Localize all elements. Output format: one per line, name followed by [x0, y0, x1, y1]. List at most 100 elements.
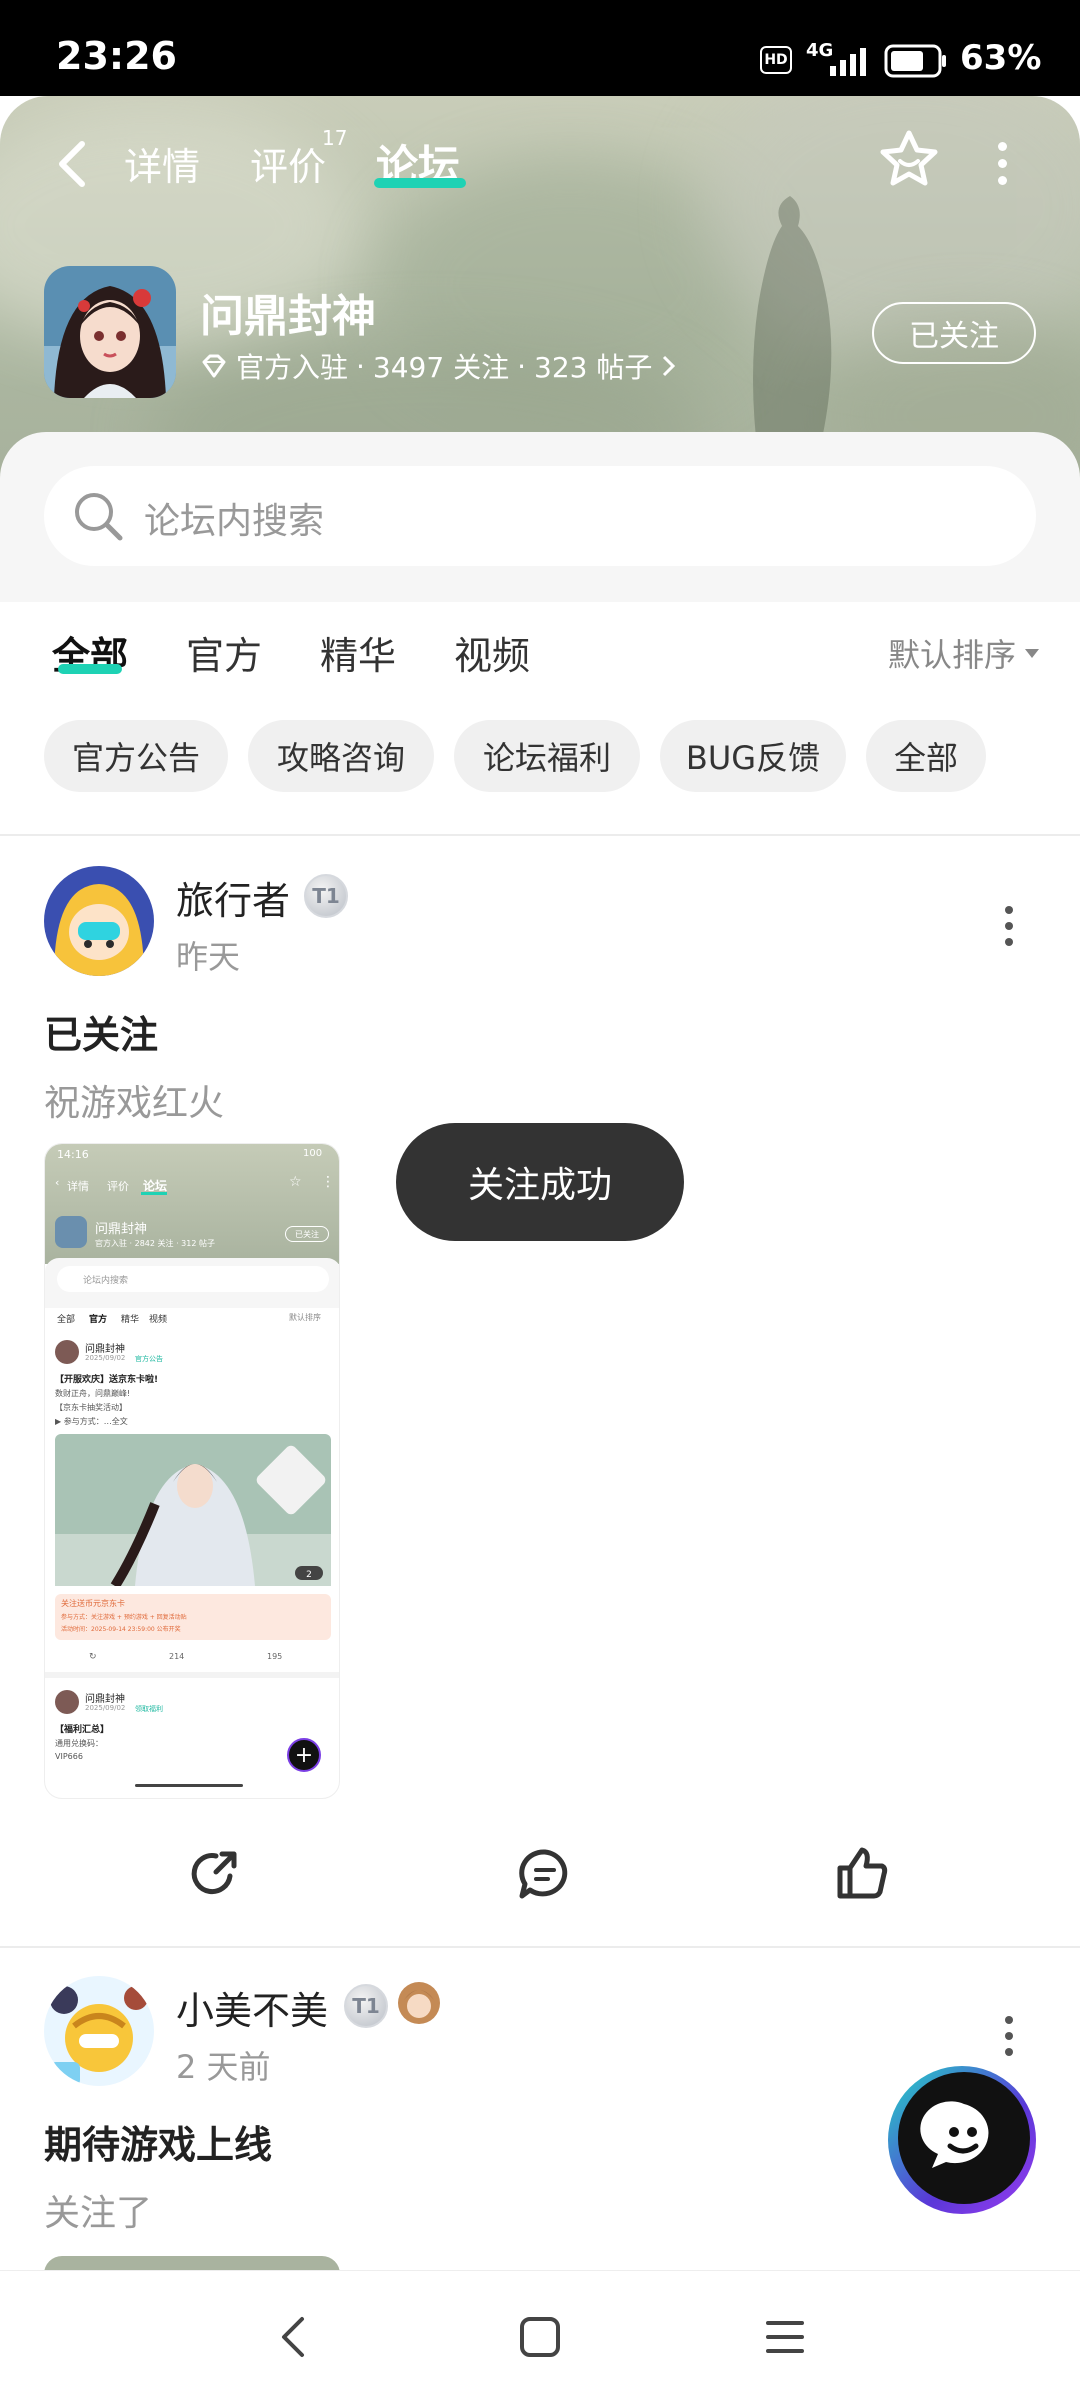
figure-silhouette [753, 196, 832, 456]
thumb-back-icon: ‹ [55, 1176, 60, 1189]
thumb-divider [45, 1672, 339, 1678]
filter-tab-official[interactable]: 官方 [186, 625, 262, 680]
search-icon [75, 493, 123, 541]
thumb-banner-line: 活动时间：2025-09-14 23:59:00 公布开奖 [61, 1626, 181, 1633]
thumb-post-line: 【福利汇总】 [55, 1725, 110, 1735]
thumb-home-bar [135, 1784, 243, 1787]
post-body[interactable]: 关注了 [44, 2184, 152, 2236]
thumb-fab-plus-icon: + [287, 1738, 321, 1772]
search-input[interactable]: 论坛内搜索 [44, 466, 1036, 566]
back-icon[interactable] [54, 138, 90, 190]
thumb-game-meta: 官方入驻 · 2842 关注 · 312 帖子 [95, 1239, 215, 1248]
chip-welfare[interactable]: 论坛福利 [454, 720, 640, 792]
post-title[interactable]: 期待游戏上线 [44, 2114, 272, 2169]
post-more-icon[interactable] [1004, 906, 1014, 946]
caret-down-icon [1025, 649, 1040, 658]
divider [0, 1946, 1080, 1948]
thumb-post-date: 2025/09/02 [85, 1354, 126, 1362]
chip-all[interactable]: 全部 [866, 720, 986, 792]
thumb-ftab: 精华 [121, 1315, 140, 1325]
thumb-img-count: 2 [306, 1570, 312, 1580]
thumb-tab-indicator [141, 1192, 167, 1195]
thumb-likes: 195 [267, 1652, 283, 1661]
thumb-ftab: 官方 [89, 1315, 108, 1325]
post-title[interactable]: 已关注 [44, 1004, 158, 1059]
thumb-ftab: 全部 [57, 1315, 76, 1325]
comment-icon[interactable] [516, 1846, 574, 1902]
thumb-post-line: ▶ 参与方式：…全文 [55, 1417, 128, 1426]
hd-icon: HD [760, 46, 792, 74]
post-time: 2 天前 [176, 2048, 271, 2086]
chevron-right-icon [663, 355, 676, 377]
level-badge: T1 [304, 874, 348, 918]
thumb-tab: 评价 [107, 1180, 129, 1193]
divider [0, 834, 1080, 836]
thumb-game-name: 问鼎封神 [95, 1222, 148, 1237]
thumb-sort: 默认排序 [289, 1313, 321, 1322]
chip-announcements[interactable]: 官方公告 [44, 720, 228, 792]
like-icon[interactable] [834, 1844, 890, 1902]
more-menu-icon[interactable] [998, 142, 1008, 185]
reviews-count: 17 [322, 126, 348, 150]
thumb-post-date: 2025/09/02 [85, 1704, 126, 1712]
tab-reviews[interactable]: 评价 [250, 136, 326, 191]
chip-guides[interactable]: 攻略咨询 [248, 720, 434, 792]
tab-details[interactable]: 详情 [124, 136, 200, 191]
official-label: 官方入驻 [236, 351, 349, 384]
thumb-share-icon: ↻ [89, 1652, 97, 1662]
thumb-more-icon: ⋮ [321, 1174, 335, 1190]
new-post-fab[interactable] [884, 2062, 1040, 2218]
thumb-banner-title: 关注送币元京东卡 [61, 1599, 125, 1608]
search-placeholder: 论坛内搜索 [144, 501, 325, 542]
thumb-game-icon [55, 1216, 87, 1248]
share-icon[interactable] [186, 1846, 242, 1902]
followed-button[interactable]: 已关注 [872, 302, 1036, 364]
followers-count: 3497 关注 [372, 351, 510, 384]
toast-follow-success: 关注成功 [396, 1123, 684, 1241]
game-name: 问鼎封神 [200, 291, 376, 342]
post-image[interactable]: 14:16 100 ‹ 详情 评价 论坛 ☆ ⋮ 问鼎封神 官方入驻 · 284… [44, 1143, 340, 1799]
post-body[interactable]: 祝游戏红火 [44, 1074, 224, 1126]
sort-dropdown[interactable]: 默认排序 [888, 630, 1040, 676]
status-time: 23:26 [56, 34, 177, 78]
level-badge: T1 [344, 1984, 388, 2028]
thumb-star-icon: ☆ [289, 1174, 302, 1190]
thumb-time: 14:16 [57, 1148, 89, 1161]
thumb-post-line: 通用兑换码： [55, 1739, 103, 1748]
posts-count: 323 帖子 [534, 351, 653, 384]
thumb-post-tag: 官方公告 [135, 1355, 163, 1363]
nav-back-icon[interactable] [276, 2313, 312, 2361]
thumb-search: 论坛内搜索 [57, 1266, 329, 1292]
nav-recents-icon[interactable] [764, 2317, 806, 2357]
thumb-post-line: 数财正舟，问鼎巅峰! [55, 1389, 131, 1398]
post-more-icon[interactable] [1004, 2016, 1014, 2056]
active-tab-indicator [374, 178, 466, 188]
thumb-banner-line: 参与方式：关注游戏 + 预约游戏 + 回复活动贴 [61, 1614, 187, 1621]
avatar[interactable] [44, 866, 154, 976]
thumb-post-line: VIP666 [55, 1752, 83, 1761]
filter-tab-featured[interactable]: 精华 [320, 625, 396, 680]
signal-icon [830, 48, 866, 76]
thumb-post-line: 【京东卡抽奖活动】 [55, 1403, 127, 1412]
thumb-follow: 已关注 [285, 1226, 329, 1242]
system-nav-bar [0, 2270, 1080, 2400]
post-author[interactable]: 小美不美 [176, 1980, 328, 2035]
avatar[interactable] [44, 1976, 154, 2086]
filter-tab-video[interactable]: 视频 [454, 625, 530, 680]
thumb-battery: 100 [303, 1148, 323, 1159]
status-bar: 23:26 HD 4G 63% [0, 0, 1080, 96]
diamond-icon [202, 354, 226, 378]
game-icon [44, 266, 176, 398]
thumb-ftab: 视频 [149, 1315, 168, 1325]
thumb-post-line: 【开服欢庆】送京东卡啦! [55, 1375, 159, 1385]
battery-icon [884, 44, 946, 78]
thumb-avatar [55, 1340, 79, 1364]
favorite-star-icon[interactable] [878, 128, 940, 190]
post-author[interactable]: 旅行者 [176, 870, 290, 925]
thumb-post-tag: 领取福利 [135, 1705, 163, 1713]
thumb-comments: 214 [169, 1652, 185, 1661]
nav-home-icon[interactable] [518, 2315, 562, 2359]
chip-bug-report[interactable]: BUG反馈 [660, 720, 846, 792]
post-time: 昨天 [176, 938, 241, 976]
game-meta[interactable]: 官方入驻 · 3497 关注 · 323 帖子 [200, 346, 678, 386]
